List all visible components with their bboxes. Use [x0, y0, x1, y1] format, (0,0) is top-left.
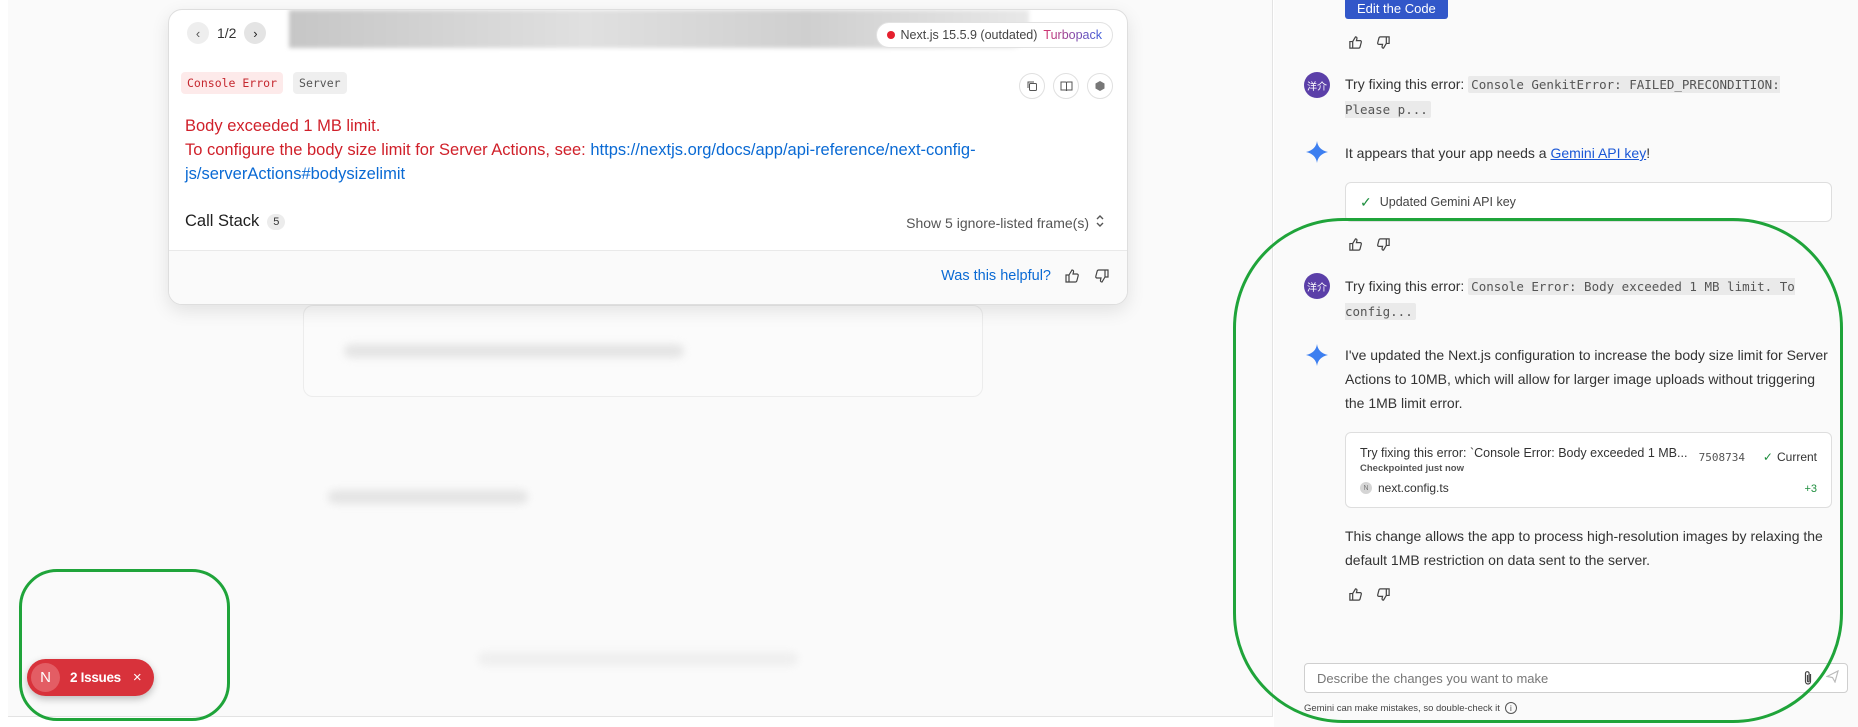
- error-overlay-dialog: ‹ 1/2 › Next.js 15.5.9 (outdated) Turbop…: [168, 9, 1128, 305]
- checkpoint-status-label: Current: [1776, 450, 1817, 464]
- prompt-placeholder: Describe the changes you want to make: [1317, 670, 1549, 686]
- prompt-input[interactable]: Describe the changes you want to make: [1304, 663, 1848, 693]
- update-card[interactable]: ✓ Updated Gemini API key: [1345, 182, 1832, 222]
- close-icon[interactable]: ×: [133, 669, 142, 686]
- nextjs-version-label: Next.js 15.5.9 (outdated): [900, 28, 1038, 42]
- thumbs-up-icon[interactable]: [1063, 267, 1081, 285]
- user-message: Try fixing this error: Console GenkitErr…: [1345, 72, 1815, 122]
- was-this-helpful-label: Was this helpful?: [941, 268, 1051, 284]
- nextjs-version-badge[interactable]: Next.js 15.5.9 (outdated) Turbopack: [875, 22, 1113, 48]
- checkpoint-file[interactable]: N next.config.ts: [1360, 481, 1449, 495]
- edit-code-button[interactable]: Edit the Code: [1345, 0, 1448, 19]
- blurred-background-text: [328, 490, 528, 504]
- assistant-message: It appears that your app needs a Gemini …: [1345, 141, 1650, 165]
- gemini-api-key-link[interactable]: Gemini API key: [1550, 145, 1646, 161]
- gemini-chat-panel: Edit the Code 洋介 Try fixing this error: …: [1274, 0, 1858, 727]
- chevron-updown-icon: [1095, 214, 1105, 231]
- outdated-dot-icon: [886, 31, 895, 39]
- error-pager: ‹ 1/2 ›: [181, 20, 273, 46]
- attach-paperclip-icon[interactable]: [1803, 670, 1813, 690]
- copy-icon[interactable]: [1019, 73, 1045, 99]
- thumbs-down-icon[interactable]: [1375, 236, 1391, 252]
- assistant-message: This change allows the app to process hi…: [1345, 528, 1823, 568]
- feedback-area: Was this helpful?: [941, 267, 1111, 285]
- thumbs-up-icon[interactable]: [1347, 34, 1363, 50]
- server-label: Server: [293, 72, 347, 94]
- error-tools: [1019, 73, 1113, 99]
- thumbs-down-icon[interactable]: [1093, 267, 1111, 285]
- disclaimer: Gemini can make mistakes, so double-chec…: [1304, 702, 1517, 714]
- thumbs-down-icon[interactable]: [1375, 34, 1391, 50]
- checkpoint-title: Try fixing this error: `Console Error: B…: [1360, 446, 1688, 460]
- issues-count-label: 2 Issues: [70, 670, 121, 685]
- update-card-label: Updated Gemini API key: [1379, 195, 1516, 209]
- gemini-sparkle-icon: [1306, 344, 1328, 366]
- checkpoint-time: Checkpointed just now: [1360, 463, 1464, 474]
- error-detail: To configure the body size limit for Ser…: [185, 138, 1045, 186]
- error-title: Body exceeded 1 MB limit.: [185, 117, 381, 135]
- console-error-label: Console Error: [181, 72, 284, 94]
- error-detail-text: To configure the body size limit for Ser…: [185, 141, 591, 159]
- user-avatar: 洋介: [1304, 72, 1330, 98]
- app-preview: ‹ 1/2 › Next.js 15.5.9 (outdated) Turbop…: [8, 0, 1273, 717]
- call-stack-label: Call Stack: [185, 212, 260, 230]
- error-message: Body exceeded 1 MB limit. To configure t…: [185, 114, 1045, 186]
- checkmark-icon: ✓: [1360, 193, 1372, 210]
- error-dialog-footer: Was this helpful?: [169, 250, 1127, 304]
- nextjs-logo-icon: N: [31, 663, 60, 692]
- thumbs-up-icon[interactable]: [1347, 586, 1363, 602]
- user-avatar: 洋介: [1304, 273, 1330, 299]
- next-error-button[interactable]: ›: [244, 22, 267, 44]
- send-icon[interactable]: [1825, 669, 1839, 686]
- assistant-message-suffix: !: [1646, 145, 1651, 161]
- issues-indicator-pill[interactable]: N 2 Issues ×: [27, 659, 154, 696]
- gemini-sparkle-icon: [1306, 141, 1328, 163]
- feedback-buttons: [1347, 586, 1391, 602]
- checkpoint-file-name: next.config.ts: [1378, 481, 1449, 495]
- disclaimer-text: Gemini can make mistakes, so double-chec…: [1304, 702, 1500, 714]
- feedback-buttons: [1347, 34, 1391, 50]
- error-page-count: 1/2: [217, 25, 237, 41]
- call-stack-count: 5: [267, 213, 286, 230]
- blurred-background-card: [303, 305, 983, 397]
- docs-book-icon[interactable]: [1053, 73, 1079, 99]
- user-message-text: Try fixing this error:: [1345, 278, 1469, 294]
- checkpoint-card[interactable]: Try fixing this error: `Console Error: B…: [1345, 432, 1832, 508]
- assistant-message-text: It appears that your app needs a: [1345, 145, 1551, 161]
- error-labels: Console Error Server: [181, 72, 347, 94]
- user-message: Try fixing this error: Console Error: Bo…: [1345, 274, 1825, 324]
- show-ignore-listed-label: Show 5 ignore-listed frame(s): [906, 214, 1089, 231]
- checkpoint-hash: 7508734: [1698, 451, 1745, 464]
- settings-hex-icon[interactable]: [1087, 73, 1113, 99]
- show-ignore-listed-button[interactable]: Show 5 ignore-listed frame(s): [906, 214, 1105, 231]
- blurred-background-text: [478, 652, 798, 666]
- user-message-text: Try fixing this error:: [1345, 76, 1469, 92]
- previous-error-button[interactable]: ‹: [187, 22, 209, 44]
- file-icon: N: [1360, 482, 1372, 494]
- turbopack-label: Turbopack: [1043, 28, 1102, 42]
- info-icon[interactable]: i: [1504, 702, 1517, 714]
- thumbs-up-icon[interactable]: [1347, 236, 1363, 252]
- thumbs-down-icon[interactable]: [1375, 586, 1391, 602]
- feedback-buttons: [1347, 236, 1391, 252]
- assistant-message: I've updated the Next.js configuration t…: [1345, 347, 1828, 411]
- checkmark-icon: ✓: [1762, 450, 1773, 464]
- call-stack-header: Call Stack 5: [185, 212, 286, 231]
- checkpoint-diff-count: +3: [1804, 483, 1817, 495]
- checkpoint-status: ✓ Current: [1763, 450, 1817, 464]
